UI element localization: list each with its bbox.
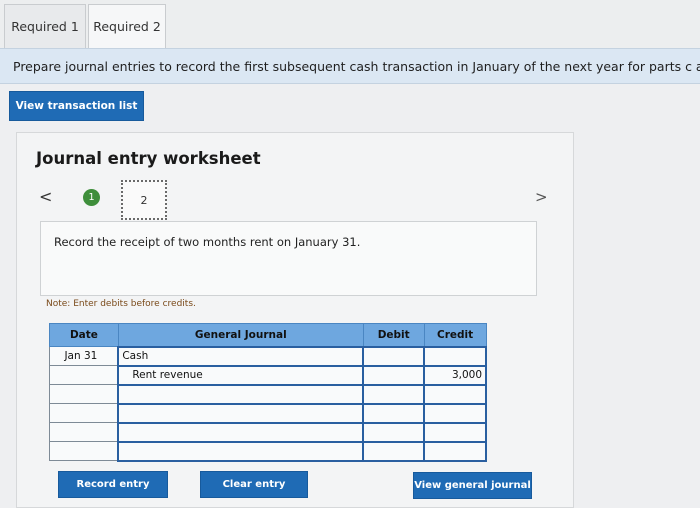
journal-entry-worksheet-panel: Journal entry worksheet < 1 2 > Record t…	[16, 132, 574, 508]
clear-entry-button[interactable]: Clear entry	[200, 471, 308, 498]
date-cell[interactable]	[49, 403, 119, 423]
credit-input[interactable]	[423, 421, 487, 443]
step-2-current[interactable]: 2	[121, 180, 167, 220]
account-input[interactable]: Rent revenue	[117, 364, 365, 386]
account-input[interactable]	[117, 440, 365, 462]
step-1-complete[interactable]: 1	[83, 189, 100, 206]
view-general-journal-button[interactable]: View general journal	[413, 472, 532, 499]
account-input[interactable]: Cash	[117, 345, 365, 367]
header-date: Date	[49, 323, 119, 347]
header-credit: Credit	[423, 323, 487, 347]
credit-input[interactable]	[423, 383, 487, 405]
header-general-journal: General Journal	[117, 323, 364, 347]
tab-required-2[interactable]: Required 2	[88, 4, 166, 48]
date-cell[interactable]	[49, 441, 119, 461]
worksheet-title: Journal entry worksheet	[36, 149, 261, 168]
header-debit: Debit	[362, 323, 425, 347]
chevron-left-icon[interactable]: <	[39, 187, 52, 206]
date-cell[interactable]	[49, 384, 119, 404]
date-cell[interactable]: Jan 31	[49, 346, 119, 366]
date-cell[interactable]	[49, 422, 119, 442]
table-row	[49, 383, 487, 405]
tab-required-1[interactable]: Required 1	[4, 4, 86, 48]
tab-bar: Required 1 Required 2	[0, 0, 700, 48]
journal-table: Date General Journal Debit Credit Jan 31…	[49, 323, 487, 462]
table-row: Jan 31 Cash	[49, 345, 487, 367]
instruction-text: Prepare journal entries to record the fi…	[0, 48, 700, 84]
debit-input[interactable]	[362, 402, 426, 424]
account-input[interactable]	[117, 383, 365, 405]
account-input[interactable]	[117, 402, 365, 424]
credit-input[interactable]	[423, 402, 487, 424]
debit-input[interactable]	[362, 364, 426, 386]
debit-input[interactable]	[362, 345, 426, 367]
debit-input[interactable]	[362, 383, 426, 405]
table-row	[49, 402, 487, 424]
account-input[interactable]	[117, 421, 365, 443]
transaction-description: Record the receipt of two months rent on…	[40, 221, 537, 296]
table-row	[49, 440, 487, 462]
record-entry-button[interactable]: Record entry	[58, 471, 168, 498]
debit-input[interactable]	[362, 440, 426, 462]
debit-input[interactable]	[362, 421, 426, 443]
credit-input[interactable]: 3,000	[423, 364, 487, 386]
date-cell[interactable]	[49, 365, 119, 385]
table-row	[49, 421, 487, 443]
entry-note: Note: Enter debits before credits.	[46, 299, 196, 309]
credit-input[interactable]	[423, 345, 487, 367]
table-row: Rent revenue 3,000	[49, 364, 487, 386]
view-transaction-list-button[interactable]: View transaction list	[9, 91, 144, 121]
credit-input[interactable]	[423, 440, 487, 462]
chevron-right-icon[interactable]: >	[535, 188, 548, 206]
journal-header-row: Date General Journal Debit Credit	[49, 323, 487, 347]
